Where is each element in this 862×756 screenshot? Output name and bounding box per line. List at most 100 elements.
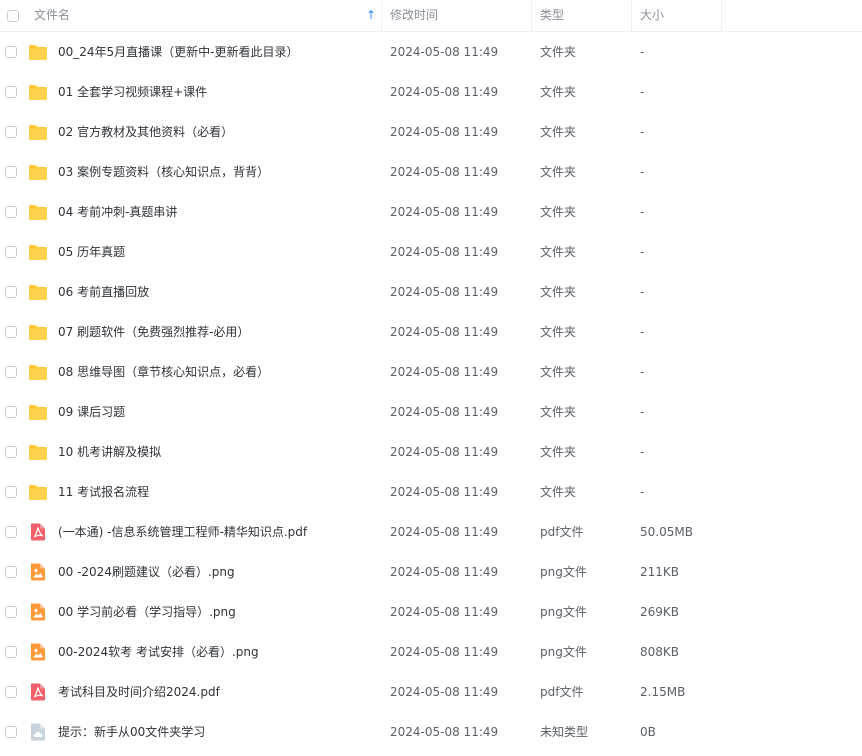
table-row[interactable]: 04 考前冲刺-真题串讲 2024-05-08 11:49 文件夹 - — [0, 192, 862, 232]
modified-time: 2024-05-08 11:49 — [390, 325, 499, 339]
table-row[interactable]: 考试科目及时间介绍2024.pdf 2024-05-08 11:49 pdf文件 2.… — [0, 672, 862, 712]
column-divider[interactable] — [721, 0, 722, 31]
sort-ascending-icon[interactable]: ↑ — [366, 0, 376, 31]
file-name[interactable]: 02 官方教材及其他资料（必看） — [58, 112, 233, 152]
table-row[interactable]: (一本通) -信息系统管理工程师-精华知识点.pdf 2024-05-08 11:… — [0, 512, 862, 552]
modified-time: 2024-05-08 11:49 — [390, 285, 499, 299]
table-row[interactable]: 06 考前直播回放 2024-05-08 11:49 文件夹 - — [0, 272, 862, 312]
file-type: 文件夹 — [540, 45, 577, 59]
file-size: - — [640, 485, 645, 499]
row-checkbox[interactable] — [5, 406, 17, 418]
file-name[interactable]: 10 机考讲解及模拟 — [58, 432, 161, 472]
file-name[interactable]: 01 全套学习视频课程+课件 — [58, 72, 207, 112]
table-row[interactable]: 08 思维导图（章节核心知识点，必看） 2024-05-08 11:49 文件夹 - — [0, 352, 862, 392]
table-row[interactable]: 03 案例专题资料（核心知识点，背背） 2024-05-08 11:49 文件夹 - — [0, 152, 862, 192]
file-type: 文件夹 — [540, 445, 577, 459]
table-row[interactable]: 00 -2024刷题建议（必看）.png 2024-05-08 11:49 png文… — [0, 552, 862, 592]
file-type: 未知类型 — [540, 725, 589, 739]
table-row[interactable]: 00-2024软考 考试安排（必看）.png 2024-05-08 11:49 pn… — [0, 632, 862, 672]
select-all-checkbox[interactable] — [7, 10, 19, 22]
file-name[interactable]: 提示：新手从00文件夹学习 — [58, 712, 205, 752]
table-header: 文件名 ↑ 修改时间 类型 大小 — [0, 0, 862, 32]
file-size: - — [640, 205, 645, 219]
table-row[interactable]: 01 全套学习视频课程+课件 2024-05-08 11:49 文件夹 - — [0, 72, 862, 112]
file-name[interactable]: 07 刷题软件（免费强烈推荐-必用） — [58, 312, 249, 352]
row-checkbox[interactable] — [5, 446, 17, 458]
file-type: 文件夹 — [540, 325, 577, 339]
pdf-icon — [28, 683, 48, 701]
table-row[interactable]: 07 刷题软件（免费强烈推荐-必用） 2024-05-08 11:49 文件夹 - — [0, 312, 862, 352]
file-name[interactable]: 考试科目及时间介绍2024.pdf — [58, 672, 220, 712]
file-name[interactable]: 00 学习前必看（学习指导）.png — [58, 592, 236, 632]
row-checkbox[interactable] — [5, 686, 17, 698]
column-header-modified[interactable]: 修改时间 — [390, 0, 438, 31]
column-divider[interactable] — [381, 0, 382, 31]
row-checkbox[interactable] — [5, 646, 17, 658]
modified-time: 2024-05-08 11:49 — [390, 205, 499, 219]
modified-time: 2024-05-08 11:49 — [390, 365, 499, 379]
file-size: - — [640, 405, 645, 419]
folder-icon — [28, 363, 48, 381]
file-size: 2.15MB — [640, 685, 686, 699]
row-checkbox[interactable] — [5, 526, 17, 538]
folder-icon — [28, 203, 48, 221]
file-size: 50.05MB — [640, 525, 693, 539]
file-name[interactable]: 09 课后习题 — [58, 392, 125, 432]
file-type: png文件 — [540, 565, 587, 579]
table-row[interactable]: 11 考试报名流程 2024-05-08 11:49 文件夹 - — [0, 472, 862, 512]
file-size: - — [640, 325, 645, 339]
file-name[interactable]: 06 考前直播回放 — [58, 272, 149, 312]
row-checkbox[interactable] — [5, 246, 17, 258]
column-divider[interactable] — [631, 0, 632, 31]
table-row[interactable]: 00 学习前必看（学习指导）.png 2024-05-08 11:49 png文件 2… — [0, 592, 862, 632]
row-checkbox[interactable] — [5, 366, 17, 378]
table-row[interactable]: 02 官方教材及其他资料（必看） 2024-05-08 11:49 文件夹 - — [0, 112, 862, 152]
column-header-size[interactable]: 大小 — [640, 0, 664, 31]
file-name[interactable]: 03 案例专题资料（核心知识点，背背） — [58, 152, 269, 192]
row-checkbox[interactable] — [5, 606, 17, 618]
row-checkbox[interactable] — [5, 206, 17, 218]
modified-time: 2024-05-08 11:49 — [390, 725, 499, 739]
modified-time: 2024-05-08 11:49 — [390, 685, 499, 699]
file-name[interactable]: 05 历年真题 — [58, 232, 125, 272]
file-type: png文件 — [540, 645, 587, 659]
file-type: 文件夹 — [540, 205, 577, 219]
modified-time: 2024-05-08 11:49 — [390, 485, 499, 499]
file-name[interactable]: 08 思维导图（章节核心知识点，必看） — [58, 352, 269, 392]
table-row[interactable]: 00_24年5月直播课（更新中-更新看此目录） 2024-05-08 11:49 文… — [0, 32, 862, 72]
column-header-type[interactable]: 类型 — [540, 0, 564, 31]
file-size: 808KB — [640, 645, 680, 659]
folder-icon — [28, 83, 48, 101]
column-header-name[interactable]: 文件名 — [34, 0, 70, 31]
row-checkbox[interactable] — [5, 726, 17, 738]
row-checkbox[interactable] — [5, 486, 17, 498]
file-type: pdf文件 — [540, 685, 584, 699]
file-size: - — [640, 45, 645, 59]
row-checkbox[interactable] — [5, 166, 17, 178]
row-checkbox[interactable] — [5, 86, 17, 98]
image-icon — [28, 563, 48, 581]
file-name[interactable]: 00 -2024刷题建议（必看）.png — [58, 552, 235, 592]
table-row[interactable]: 05 历年真题 2024-05-08 11:49 文件夹 - — [0, 232, 862, 272]
file-name[interactable]: 00_24年5月直播课（更新中-更新看此目录） — [58, 32, 299, 72]
file-size: 0B — [640, 725, 656, 739]
table-row[interactable]: 10 机考讲解及模拟 2024-05-08 11:49 文件夹 - — [0, 432, 862, 472]
row-checkbox[interactable] — [5, 46, 17, 58]
file-type: pdf文件 — [540, 525, 584, 539]
file-name[interactable]: (一本通) -信息系统管理工程师-精华知识点.pdf — [58, 512, 307, 552]
modified-time: 2024-05-08 11:49 — [390, 165, 499, 179]
file-name[interactable]: 00-2024软考 考试安排（必看）.png — [58, 632, 259, 672]
table-row[interactable]: 09 课后习题 2024-05-08 11:49 文件夹 - — [0, 392, 862, 432]
row-checkbox[interactable] — [5, 126, 17, 138]
column-divider[interactable] — [531, 0, 532, 31]
file-type: 文件夹 — [540, 165, 577, 179]
row-checkbox[interactable] — [5, 286, 17, 298]
modified-time: 2024-05-08 11:49 — [390, 245, 499, 259]
row-checkbox[interactable] — [5, 566, 17, 578]
modified-time: 2024-05-08 11:49 — [390, 605, 499, 619]
file-name[interactable]: 11 考试报名流程 — [58, 472, 149, 512]
folder-icon — [28, 483, 48, 501]
file-name[interactable]: 04 考前冲刺-真题串讲 — [58, 192, 177, 232]
row-checkbox[interactable] — [5, 326, 17, 338]
table-row[interactable]: 提示：新手从00文件夹学习 2024-05-08 11:49 未知类型 0B — [0, 712, 862, 752]
